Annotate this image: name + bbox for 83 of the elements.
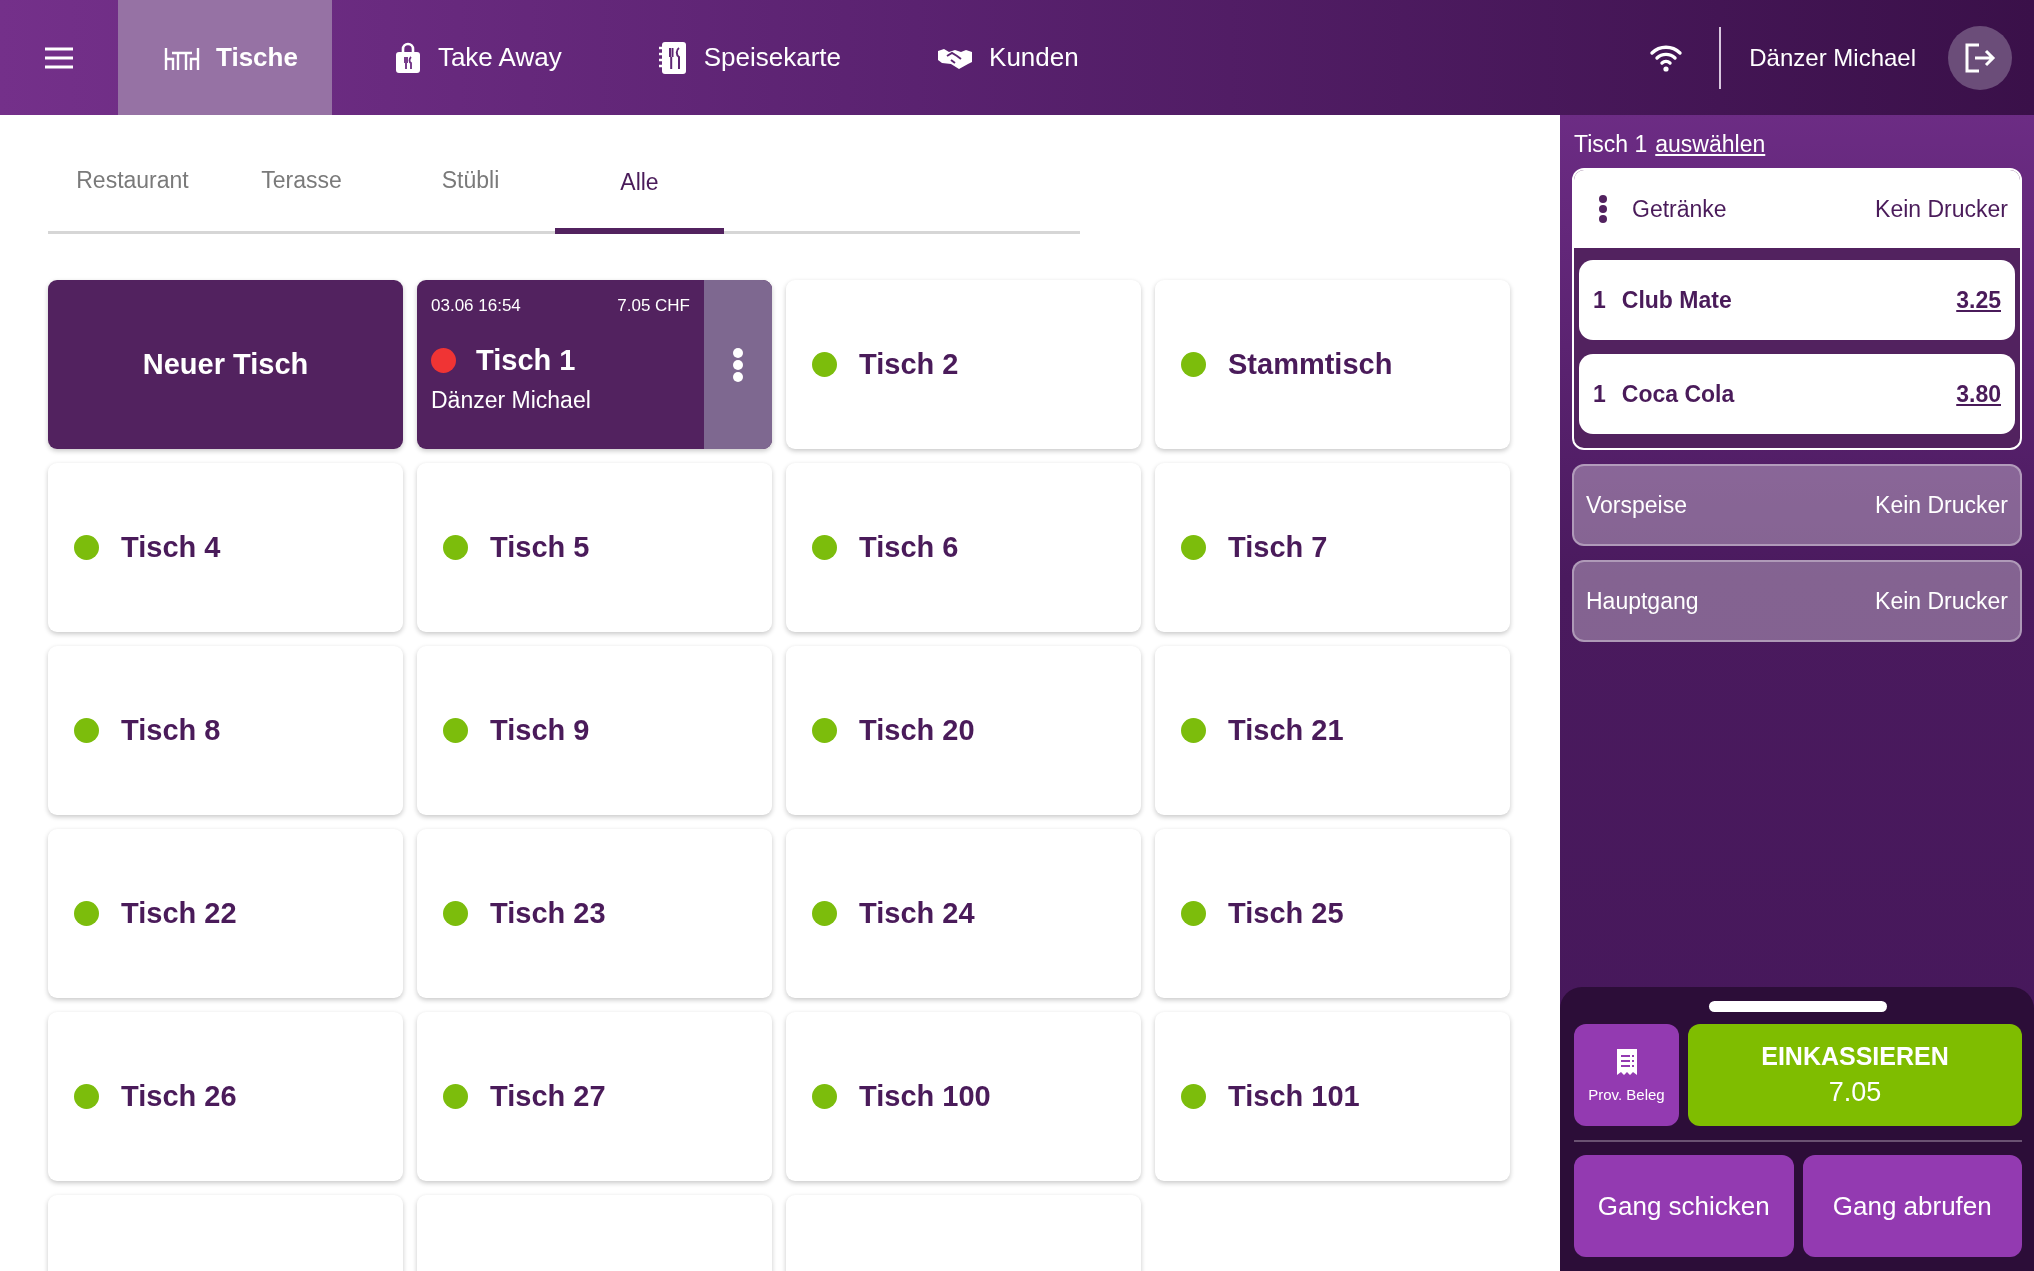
item-price[interactable]: 3.25	[1956, 286, 2001, 314]
more-icon	[732, 346, 744, 383]
table-name: Tisch 8	[121, 714, 221, 747]
printer-label: Kein Drucker	[1875, 491, 2008, 519]
table-name: Tisch 7	[1228, 531, 1328, 564]
table-name: Tisch 1	[476, 344, 576, 377]
table-name: Tisch 22	[121, 897, 237, 930]
table-tile[interactable]: Tisch 5	[417, 463, 772, 632]
more-icon[interactable]	[1598, 194, 1608, 224]
opened-time: 03.06 16:54	[431, 296, 521, 316]
table-tile[interactable]: Tisch 25	[1155, 829, 1510, 998]
table-title: Tisch 1	[1574, 131, 1648, 157]
printer-label: Kein Drucker	[1875, 195, 2008, 223]
table-name: Tisch 5	[490, 531, 590, 564]
nav-tab[interactable]: Tische	[118, 0, 332, 115]
table-tile[interactable]: Tisch 100	[786, 1012, 1141, 1181]
menu-book-icon	[657, 40, 688, 75]
table-tile[interactable]: Tisch 27	[417, 1012, 772, 1181]
table-tile[interactable]: Tisch 23	[417, 829, 772, 998]
table-tile[interactable]: Tisch 2	[786, 280, 1141, 449]
table-name: Tisch 26	[121, 1080, 237, 1113]
table-tile[interactable]: Tisch 6	[786, 463, 1141, 632]
table-name: Tisch 4	[121, 531, 221, 564]
item-quantity: 1	[1593, 380, 1606, 408]
area-tab[interactable]: Restaurant	[48, 149, 217, 231]
table-name: Tisch 21	[1228, 714, 1344, 747]
table-tile[interactable]: Tisch 21	[1155, 646, 1510, 815]
course-card[interactable]: Vorspeise Kein Drucker	[1572, 464, 2022, 546]
table-name: Tisch 2	[859, 348, 959, 381]
table-name: Tisch 9	[490, 714, 590, 747]
table-tile[interactable]: Tisch 22	[48, 829, 403, 998]
table-name: Tisch 101	[1228, 1080, 1360, 1113]
table-tile[interactable]: Tisch 101	[1155, 1012, 1510, 1181]
item-name: Coca Cola	[1621, 380, 1736, 408]
table-name: Tisch 20	[859, 714, 975, 747]
table-name: Tisch 100	[859, 1080, 991, 1113]
table-amount: 7.05 CHF	[617, 296, 690, 316]
order-item[interactable]: 1 Coca Cola 3.80	[1579, 354, 2015, 434]
select-link[interactable]: auswählen	[1655, 131, 1766, 157]
more-button[interactable]	[704, 280, 772, 449]
course-button[interactable]: Gang schicken	[1574, 1155, 1794, 1257]
table-name: Stammtisch	[1228, 348, 1393, 381]
course-name: Hauptgang	[1586, 587, 1700, 615]
course-name: Vorspeise	[1586, 491, 1688, 519]
item-quantity: 1	[1593, 286, 1606, 314]
table-tile[interactable]: Stammtisch	[1155, 280, 1510, 449]
logout-icon	[1963, 41, 1997, 74]
area-tab[interactable]: Terasse	[217, 149, 386, 231]
table-tile[interactable]: Tisch 7	[1155, 463, 1510, 632]
table-name: Tisch 27	[490, 1080, 606, 1113]
table-tile[interactable]: Tisch 9	[417, 646, 772, 815]
user-name: Dänzer Michael	[1749, 43, 1916, 72]
table-tile[interactable]: Tisch 20	[786, 646, 1141, 815]
area-tab[interactable]: Stübli	[386, 149, 555, 231]
course-card[interactable]: Hauptgang Kein Drucker	[1572, 560, 2022, 642]
receipt-button[interactable]: Prov. Beleg	[1574, 1024, 1679, 1126]
receipt-icon	[1615, 1047, 1638, 1076]
table-name: Tisch 24	[859, 897, 975, 930]
item-name: Club Mate	[1621, 286, 1733, 314]
drag-handle[interactable]	[1709, 1001, 1887, 1012]
new-table-button[interactable]: Neuer Tisch	[48, 280, 403, 449]
table-tile[interactable]: Tisch 4	[48, 463, 403, 632]
table-name: Tisch 25	[1228, 897, 1344, 930]
table-tile[interactable]: 03.06 16:54 7.05 CHF Tisch 1 Dänzer Michael	[417, 280, 772, 449]
shopping-bag-icon	[393, 41, 422, 74]
nav-tab[interactable]: Speisekarte	[611, 0, 876, 115]
table-tile[interactable]: Tisch 24	[786, 829, 1141, 998]
table-name: Tisch 6	[859, 531, 959, 564]
nav-tab[interactable]: Take Away	[347, 0, 596, 115]
printer-label: Kein Drucker	[1875, 587, 2008, 615]
order-item[interactable]: 1 Club Mate 3.25	[1579, 260, 2015, 340]
course-card[interactable]: Getränke Kein Drucker 1 Club Mate 3.25 1 Coca Cola 3.80	[1572, 168, 2022, 450]
nav-tab[interactable]: Kunden	[891, 0, 1113, 115]
item-price[interactable]: 3.80	[1956, 380, 2001, 408]
course-button[interactable]: Gang abrufen	[1802, 1155, 2022, 1257]
table-tile[interactable]: Tisch 26	[48, 1012, 403, 1181]
menu-icon	[45, 46, 73, 69]
table-name: Tisch 23	[490, 897, 606, 930]
table-tile[interactable]: Tisch 8	[48, 646, 403, 815]
handshake-icon	[937, 46, 974, 69]
waiter-name: Dänzer Michael	[431, 387, 592, 414]
area-tab[interactable]: Alle	[555, 149, 724, 234]
course-name: Getränke	[1632, 195, 1728, 223]
